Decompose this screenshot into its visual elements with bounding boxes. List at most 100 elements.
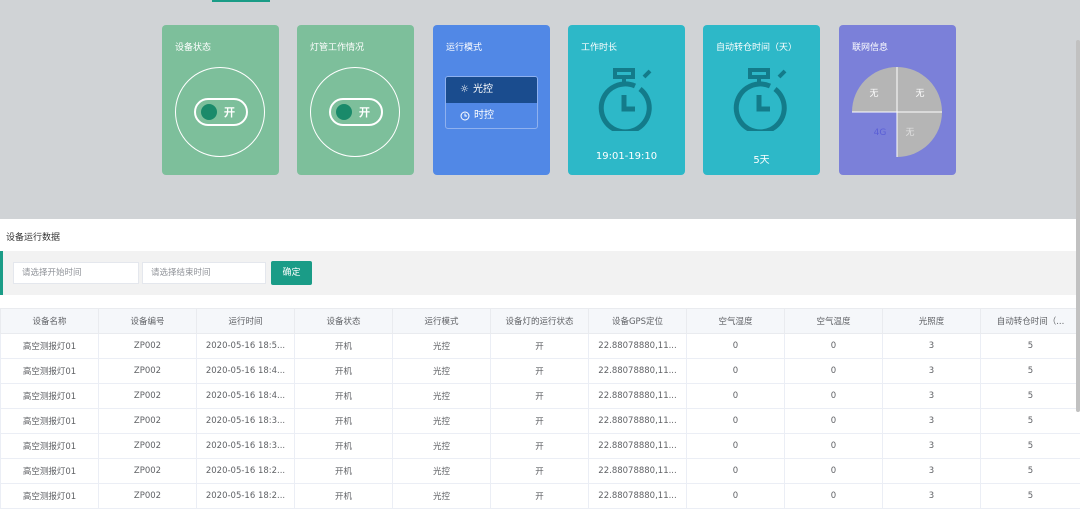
table-cell: 2020-05-16 18:3... xyxy=(197,434,295,459)
work-time-value: 19:01-19:10 xyxy=(568,151,685,162)
table-row[interactable]: 高空测报灯01ZP0022020-05-16 18:4...开机光控开22.88… xyxy=(1,359,1080,384)
column-header[interactable]: 运行时间 xyxy=(197,309,295,334)
column-header[interactable]: 设备状态 xyxy=(295,309,393,334)
table-cell: 高空测报灯01 xyxy=(1,384,99,409)
table-cell: 开机 xyxy=(295,359,393,384)
mode-option-time[interactable]: 时控 xyxy=(446,103,537,129)
quadrant-label: 4G xyxy=(874,128,887,138)
table-cell: 高空测报灯01 xyxy=(1,409,99,434)
table-cell: 高空测报灯01 xyxy=(1,434,99,459)
table-cell: 光控 xyxy=(393,484,491,509)
lamp-status-switch[interactable]: 开 xyxy=(329,98,383,126)
table-row[interactable]: 高空测报灯01ZP0022020-05-16 18:2...开机光控开22.88… xyxy=(1,484,1080,509)
mode-option-label: 时控 xyxy=(474,103,494,129)
table-cell: ZP002 xyxy=(99,484,197,509)
table-cell: ZP002 xyxy=(99,459,197,484)
table-row[interactable]: 高空测报灯01ZP0022020-05-16 18:3...开机光控开22.88… xyxy=(1,409,1080,434)
table-cell: 光控 xyxy=(393,459,491,484)
column-header[interactable]: 运行模式 xyxy=(393,309,491,334)
table-cell: 开机 xyxy=(295,409,393,434)
table-row[interactable]: 高空测报灯01ZP0022020-05-16 18:2...开机光控开22.88… xyxy=(1,459,1080,484)
table-cell: 开 xyxy=(491,459,589,484)
dashboard-panel: 设备状态 开 灯管工作情况 开 运行模式 ☼ 光控 时控 xyxy=(0,0,1080,219)
table-cell: 2020-05-16 18:4... xyxy=(197,384,295,409)
switch-knob xyxy=(201,104,217,120)
column-header[interactable]: 设备编号 xyxy=(99,309,197,334)
table-cell: 开机 xyxy=(295,384,393,409)
table-cell: 3 xyxy=(883,334,981,359)
table-cell: 3 xyxy=(883,409,981,434)
table-cell: 光控 xyxy=(393,434,491,459)
filter-accent-line xyxy=(0,251,3,295)
card-title: 联网信息 xyxy=(852,40,888,53)
table-cell: 5 xyxy=(981,384,1080,409)
stopwatch-icon xyxy=(595,67,659,131)
table-cell: 光控 xyxy=(393,334,491,359)
column-header[interactable]: 光照度 xyxy=(883,309,981,334)
table-cell: 高空测报灯01 xyxy=(1,484,99,509)
table-cell: 0 xyxy=(785,459,883,484)
column-header[interactable]: 设备名称 xyxy=(1,309,99,334)
table-cell: 光控 xyxy=(393,384,491,409)
column-header[interactable]: 设备GPS定位 xyxy=(589,309,687,334)
network-pie: 无 无 4G 无 xyxy=(852,67,942,157)
table-cell: 高空测报灯01 xyxy=(1,334,99,359)
table-cell: 3 xyxy=(883,484,981,509)
table-cell: 5 xyxy=(981,484,1080,509)
table-cell: 0 xyxy=(785,434,883,459)
table-row[interactable]: 高空测报灯01ZP0022020-05-16 18:5...开机光控开22.88… xyxy=(1,334,1080,359)
pie-quadrant-bottom-right xyxy=(897,112,942,157)
table-cell: 0 xyxy=(687,409,785,434)
table-cell: 开机 xyxy=(295,459,393,484)
table-cell: 5 xyxy=(981,334,1080,359)
column-header[interactable]: 空气湿度 xyxy=(687,309,785,334)
active-tab-indicator xyxy=(212,0,270,2)
table-cell: 3 xyxy=(883,384,981,409)
confirm-button[interactable]: 确定 xyxy=(271,261,312,285)
filter-bar: 请选择开始时间 请选择结束时间 确定 xyxy=(0,251,1080,295)
table-cell: 0 xyxy=(785,334,883,359)
table-cell: 开 xyxy=(491,409,589,434)
switch-text: 开 xyxy=(224,104,235,120)
mode-option-light[interactable]: ☼ 光控 xyxy=(446,77,537,103)
table-cell: 22.88078880,11... xyxy=(589,409,687,434)
device-status-card: 设备状态 开 xyxy=(162,25,279,175)
column-header[interactable]: 设备灯的运行状态 xyxy=(491,309,589,334)
table-cell: 高空测报灯01 xyxy=(1,459,99,484)
table-cell: 3 xyxy=(883,359,981,384)
work-time-card: 工作时长 19:01-19:10 xyxy=(568,25,685,175)
card-title: 自动转仓时间（天） xyxy=(716,40,797,53)
card-title: 工作时长 xyxy=(581,40,617,53)
table-cell: 3 xyxy=(883,434,981,459)
mode-selector: ☼ 光控 时控 xyxy=(445,76,538,129)
table-cell: 开机 xyxy=(295,484,393,509)
table-cell: 0 xyxy=(687,359,785,384)
table-cell: 光控 xyxy=(393,359,491,384)
device-status-switch[interactable]: 开 xyxy=(194,98,248,126)
auto-return-value: 5天 xyxy=(703,151,820,166)
table-row[interactable]: 高空测报灯01ZP0022020-05-16 18:4...开机光控开22.88… xyxy=(1,384,1080,409)
card-title: 设备状态 xyxy=(175,40,211,53)
column-header[interactable]: 自动转仓时间（... xyxy=(981,309,1080,334)
table-cell: 5 xyxy=(981,459,1080,484)
network-card: 联网信息 无 无 4G 无 xyxy=(839,25,956,175)
table-cell: 22.88078880,11... xyxy=(589,434,687,459)
auto-return-card: 自动转仓时间（天） 5天 xyxy=(703,25,820,175)
page-scrollbar[interactable] xyxy=(1076,40,1080,412)
table-cell: 5 xyxy=(981,434,1080,459)
table-cell: 高空测报灯01 xyxy=(1,359,99,384)
table-cell: 0 xyxy=(785,484,883,509)
table-row[interactable]: 高空测报灯01ZP0022020-05-16 18:3...开机光控开22.88… xyxy=(1,434,1080,459)
table-cell: 3 xyxy=(883,459,981,484)
table-cell: 2020-05-16 18:2... xyxy=(197,459,295,484)
table-cell: 光控 xyxy=(393,409,491,434)
table-cell: 0 xyxy=(687,484,785,509)
end-time-input[interactable]: 请选择结束时间 xyxy=(142,262,266,284)
table-cell: 22.88078880,11... xyxy=(589,384,687,409)
mode-option-label: 光控 xyxy=(473,77,493,103)
status-ring: 开 xyxy=(175,67,265,157)
table-cell: 2020-05-16 18:3... xyxy=(197,409,295,434)
start-time-input[interactable]: 请选择开始时间 xyxy=(13,262,139,284)
column-header[interactable]: 空气温度 xyxy=(785,309,883,334)
table-cell: 开机 xyxy=(295,334,393,359)
